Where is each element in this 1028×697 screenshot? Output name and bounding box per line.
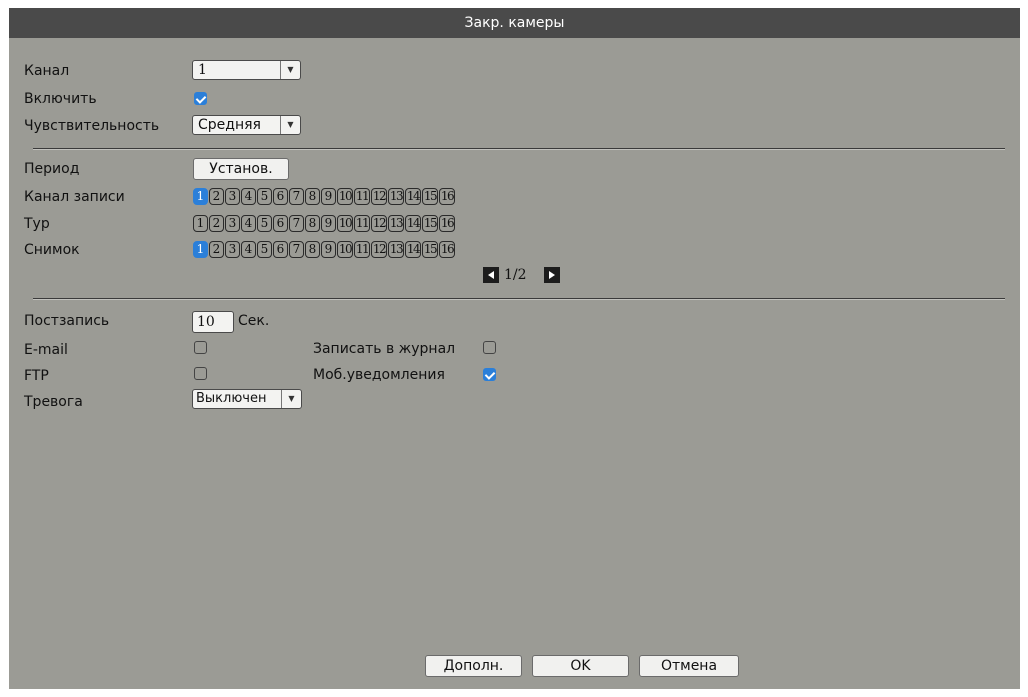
channel-toggle-14[interactable]: 14 (405, 188, 421, 205)
channel-toggle-12[interactable]: 12 (371, 188, 387, 205)
separator (33, 148, 1005, 150)
channel-toggle-14[interactable]: 14 (405, 241, 421, 258)
channel-toggle-15[interactable]: 15 (422, 241, 438, 258)
channel-toggle-16[interactable]: 16 (439, 188, 455, 205)
snapshot-label: Снимок (24, 242, 80, 258)
channel-toggle-8[interactable]: 8 (305, 241, 320, 258)
next-page-icon[interactable] (544, 267, 560, 283)
post-record-label: Постзапись (24, 313, 110, 329)
channel-toggle-12[interactable]: 12 (371, 241, 387, 258)
channel-toggle-3[interactable]: 3 (225, 241, 240, 258)
cancel-button[interactable]: Отмена (639, 655, 739, 677)
channel-toggle-6[interactable]: 6 (273, 188, 288, 205)
enable-checkbox[interactable] (194, 92, 207, 105)
channel-toggle-5[interactable]: 5 (257, 241, 272, 258)
camera-blind-dialog: Закр. камеры Канал 1 ▼ Включить Чувствит… (9, 8, 1020, 689)
write-log-label: Записать в журнал (313, 341, 456, 357)
channel-label: Канал (24, 63, 70, 79)
ftp-label: FTP (24, 368, 49, 384)
chevron-down-icon: ▼ (281, 390, 301, 408)
channel-value: 1 (198, 62, 207, 78)
channel-toggle-6[interactable]: 6 (273, 241, 288, 258)
sensitivity-label: Чувствительность (24, 118, 160, 134)
channel-select[interactable]: 1 ▼ (192, 60, 301, 80)
channel-toggle-3[interactable]: 3 (225, 215, 240, 232)
channel-toggle-8[interactable]: 8 (305, 188, 320, 205)
channel-toggle-2[interactable]: 2 (209, 241, 224, 258)
separator (33, 298, 1005, 300)
channel-toggle-9[interactable]: 9 (321, 241, 336, 258)
prev-page-icon[interactable] (483, 267, 499, 283)
channel-toggle-4[interactable]: 4 (241, 215, 256, 232)
mobile-notify-label: Моб.уведомления (313, 367, 445, 383)
channel-toggle-7[interactable]: 7 (289, 241, 304, 258)
sensitivity-select[interactable]: Средняя ▼ (192, 115, 301, 135)
channel-toggle-15[interactable]: 15 (422, 215, 438, 232)
alarm-select[interactable]: Выключен ▼ (192, 389, 302, 409)
channel-toggle-10[interactable]: 10 (337, 215, 353, 232)
channel-toggle-9[interactable]: 9 (321, 188, 336, 205)
more-button[interactable]: Дополн. (425, 655, 522, 677)
period-set-button[interactable]: Установ. (193, 158, 289, 180)
channel-toggle-2[interactable]: 2 (209, 215, 224, 232)
channel-toggle-13[interactable]: 13 (388, 215, 404, 232)
channel-toggle-10[interactable]: 10 (337, 241, 353, 258)
channel-toggle-3[interactable]: 3 (225, 188, 240, 205)
channel-toggle-7[interactable]: 7 (289, 188, 304, 205)
record-channel-label: Канал записи (24, 189, 125, 205)
channel-toggle-1[interactable]: 1 (193, 188, 208, 205)
channel-toggle-6[interactable]: 6 (273, 215, 288, 232)
post-record-input[interactable]: 10 (192, 311, 234, 333)
chevron-down-icon: ▼ (280, 116, 300, 134)
enable-label: Включить (24, 91, 97, 107)
channel-toggle-16[interactable]: 16 (439, 215, 455, 232)
channel-toggle-12[interactable]: 12 (371, 215, 387, 232)
record-channel-row: 1 2 3 4 5 6 7 8 9 10 11 12 13 14 15 16 (193, 188, 456, 206)
channel-toggle-7[interactable]: 7 (289, 215, 304, 232)
channel-toggle-11[interactable]: 11 (354, 215, 370, 232)
channel-toggle-11[interactable]: 11 (354, 188, 370, 205)
sensitivity-value: Средняя (198, 117, 261, 133)
email-label: E-mail (24, 342, 68, 358)
channel-toggle-9[interactable]: 9 (321, 215, 336, 232)
tour-row: 1 2 3 4 5 6 7 8 9 10 11 12 13 14 15 16 (193, 215, 456, 233)
channel-toggle-5[interactable]: 5 (257, 188, 272, 205)
page-indicator: 1/2 (504, 267, 527, 283)
channel-toggle-5[interactable]: 5 (257, 215, 272, 232)
mobile-notify-checkbox[interactable] (483, 368, 496, 381)
channel-toggle-11[interactable]: 11 (354, 241, 370, 258)
channel-toggle-4[interactable]: 4 (241, 188, 256, 205)
channel-toggle-10[interactable]: 10 (337, 188, 353, 205)
channel-toggle-14[interactable]: 14 (405, 215, 421, 232)
channel-toggle-16[interactable]: 16 (439, 241, 455, 258)
email-checkbox[interactable] (194, 341, 207, 354)
dialog-title: Закр. камеры (9, 8, 1020, 38)
post-record-unit: Сек. (238, 313, 270, 329)
tour-label: Тур (24, 216, 50, 232)
channel-toggle-13[interactable]: 13 (388, 241, 404, 258)
channel-toggle-2[interactable]: 2 (209, 188, 224, 205)
ftp-checkbox[interactable] (194, 367, 207, 380)
snapshot-row: 1 2 3 4 5 6 7 8 9 10 11 12 13 14 15 16 (193, 241, 456, 259)
period-label: Период (24, 161, 80, 177)
channel-toggle-1[interactable]: 1 (193, 241, 208, 258)
channel-toggle-1[interactable]: 1 (193, 215, 208, 232)
channel-toggle-13[interactable]: 13 (388, 188, 404, 205)
chevron-down-icon: ▼ (280, 61, 300, 79)
alarm-value: Выключен (196, 391, 267, 406)
channel-toggle-8[interactable]: 8 (305, 215, 320, 232)
channel-toggle-4[interactable]: 4 (241, 241, 256, 258)
write-log-checkbox[interactable] (483, 341, 496, 354)
ok-button[interactable]: OK (532, 655, 629, 677)
alarm-label: Тревога (24, 394, 83, 410)
channel-toggle-15[interactable]: 15 (422, 188, 438, 205)
